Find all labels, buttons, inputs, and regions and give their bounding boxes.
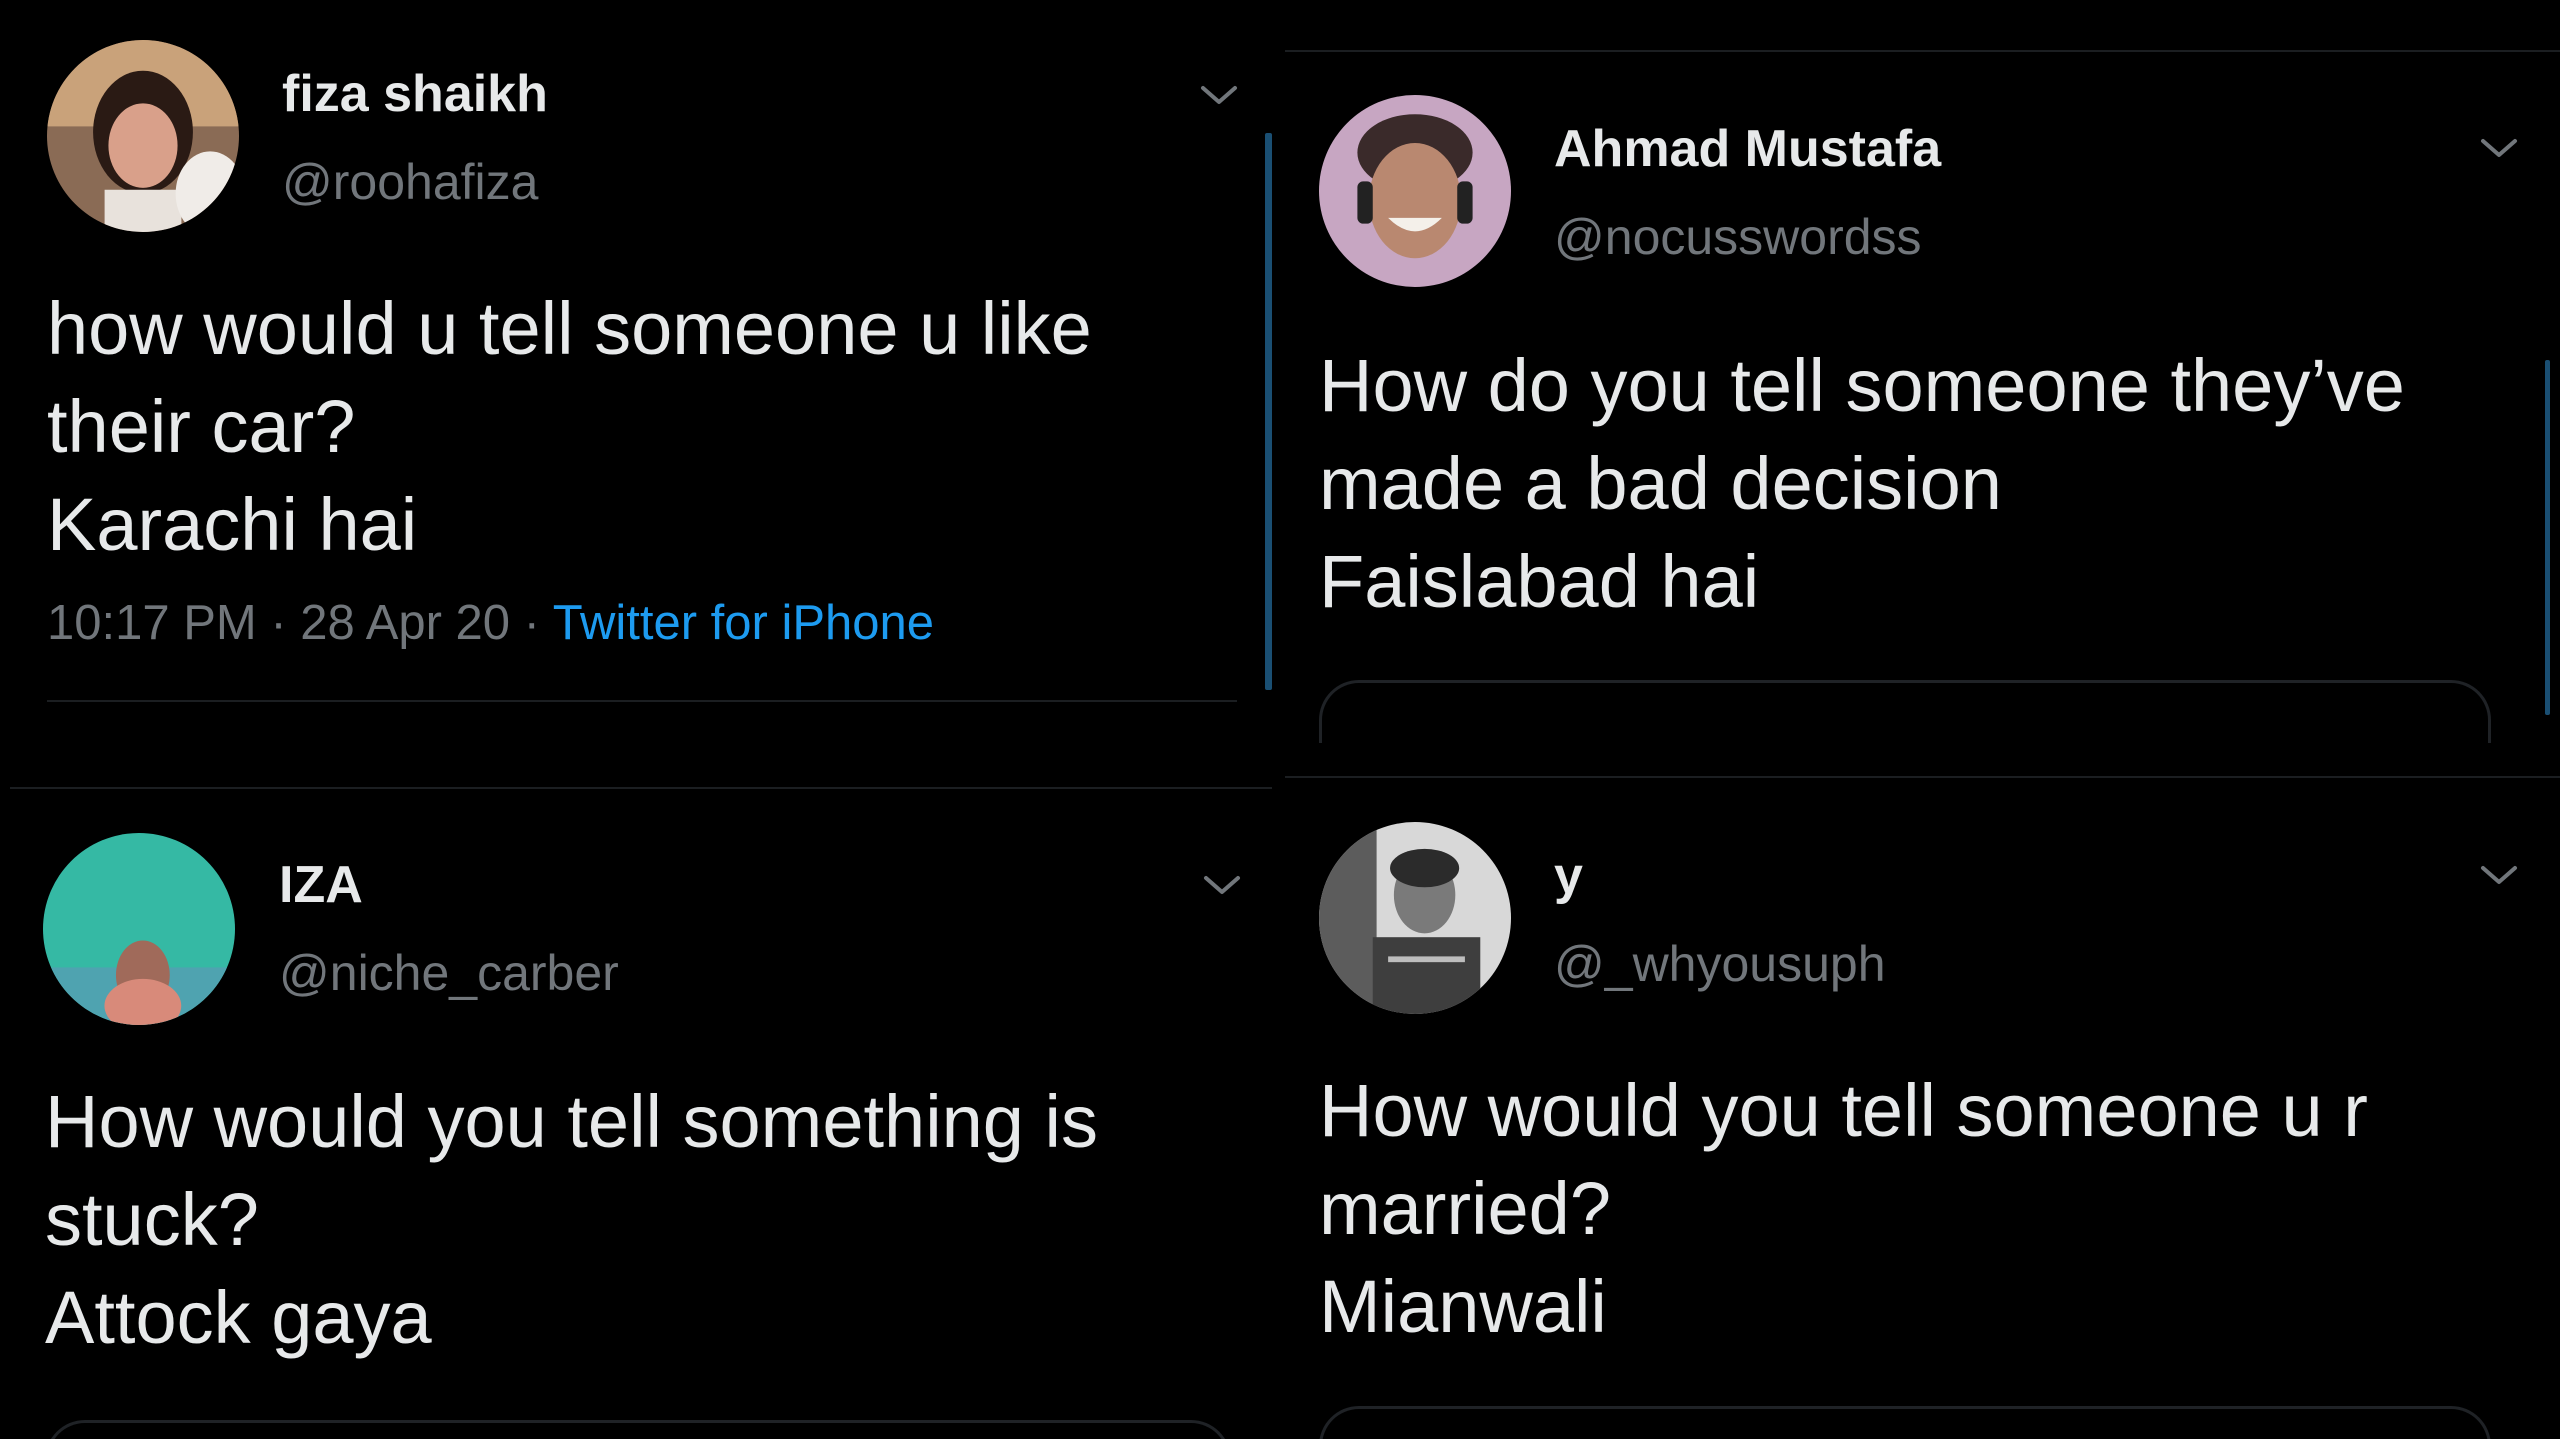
tweet-y[interactable]: y @_whyousuph How would you tell someone… <box>1285 778 2560 1439</box>
user-handle[interactable]: @_whyousuph <box>1554 935 1886 993</box>
tweet-date[interactable]: 28 Apr 20 <box>300 596 510 650</box>
chevron-down-icon[interactable] <box>1200 870 1244 900</box>
tweet-time[interactable]: 10:17 PM <box>47 596 257 650</box>
avatar-photo-iza <box>43 833 235 1025</box>
separator-dot: · <box>256 596 301 650</box>
tweet-line: Attock gaya <box>45 1276 432 1359</box>
tweet-line: how would u tell someone u like <box>47 287 1092 370</box>
thread-line <box>2545 360 2550 715</box>
avatar[interactable] <box>1319 95 1511 287</box>
tweet-fiza-shaikh[interactable]: fiza shaikh @roohafiza how would u tell … <box>0 0 1272 782</box>
tweet-metadata: 10:17 PM · 28 Apr 20 · Twitter for iPhon… <box>47 595 934 651</box>
avatar[interactable] <box>47 40 239 232</box>
user-handle[interactable]: @roohafiza <box>282 153 538 211</box>
quoted-card[interactable] <box>1319 680 2491 743</box>
display-name[interactable]: y <box>1554 846 1583 906</box>
avatar-photo-y <box>1319 822 1511 1014</box>
quoted-card[interactable] <box>45 1420 1231 1439</box>
separator-dot: · <box>510 596 553 650</box>
tweet-line: stuck? <box>45 1178 259 1261</box>
display-name[interactable]: IZA <box>279 855 363 915</box>
chevron-down-icon[interactable] <box>2477 860 2521 890</box>
tweet-text: How would you tell something is stuck? A… <box>45 1073 1098 1367</box>
tweet-text: How would you tell someone u r married? … <box>1319 1062 2368 1356</box>
avatar[interactable] <box>43 833 235 1025</box>
display-name[interactable]: Ahmad Mustafa <box>1554 119 1941 179</box>
user-handle[interactable]: @niche_carber <box>279 944 619 1002</box>
tweet-line: How would you tell someone u r <box>1319 1069 2368 1152</box>
divider <box>47 700 1237 702</box>
tweet-line: Karachi hai <box>47 483 418 566</box>
tweet-line: How do you tell someone they’ve <box>1319 344 2405 427</box>
quoted-card[interactable] <box>1319 1406 2491 1439</box>
divider <box>1285 50 2560 52</box>
tweet-line: Mianwali <box>1319 1265 1607 1348</box>
tweet-line: How would you tell something is <box>45 1080 1098 1163</box>
avatar-photo-fiza <box>47 40 239 232</box>
tweet-line: married? <box>1319 1167 1611 1250</box>
tweet-line: Faislabad hai <box>1319 540 1760 623</box>
avatar-photo-ahmad <box>1319 95 1511 287</box>
display-name[interactable]: fiza shaikh <box>282 64 548 124</box>
source-link[interactable]: Twitter for iPhone <box>553 596 934 650</box>
tweet-text: How do you tell someone they’ve made a b… <box>1319 337 2405 631</box>
avatar[interactable] <box>1319 822 1511 1014</box>
tweet-line: their car? <box>47 385 356 468</box>
tweet-ahmad-mustafa[interactable]: Ahmad Mustafa @nocusswordss How do you t… <box>1285 0 2560 776</box>
tweet-text: how would u tell someone u like their ca… <box>47 280 1092 574</box>
divider <box>10 787 1272 789</box>
thread-line <box>1265 133 1272 690</box>
chevron-down-icon[interactable] <box>1197 80 1241 110</box>
user-handle[interactable]: @nocusswordss <box>1554 208 1922 266</box>
chevron-down-icon[interactable] <box>2477 133 2521 163</box>
tweet-iza[interactable]: IZA @niche_carber How would you tell som… <box>0 790 1272 1439</box>
tweet-line: made a bad decision <box>1319 442 2002 525</box>
